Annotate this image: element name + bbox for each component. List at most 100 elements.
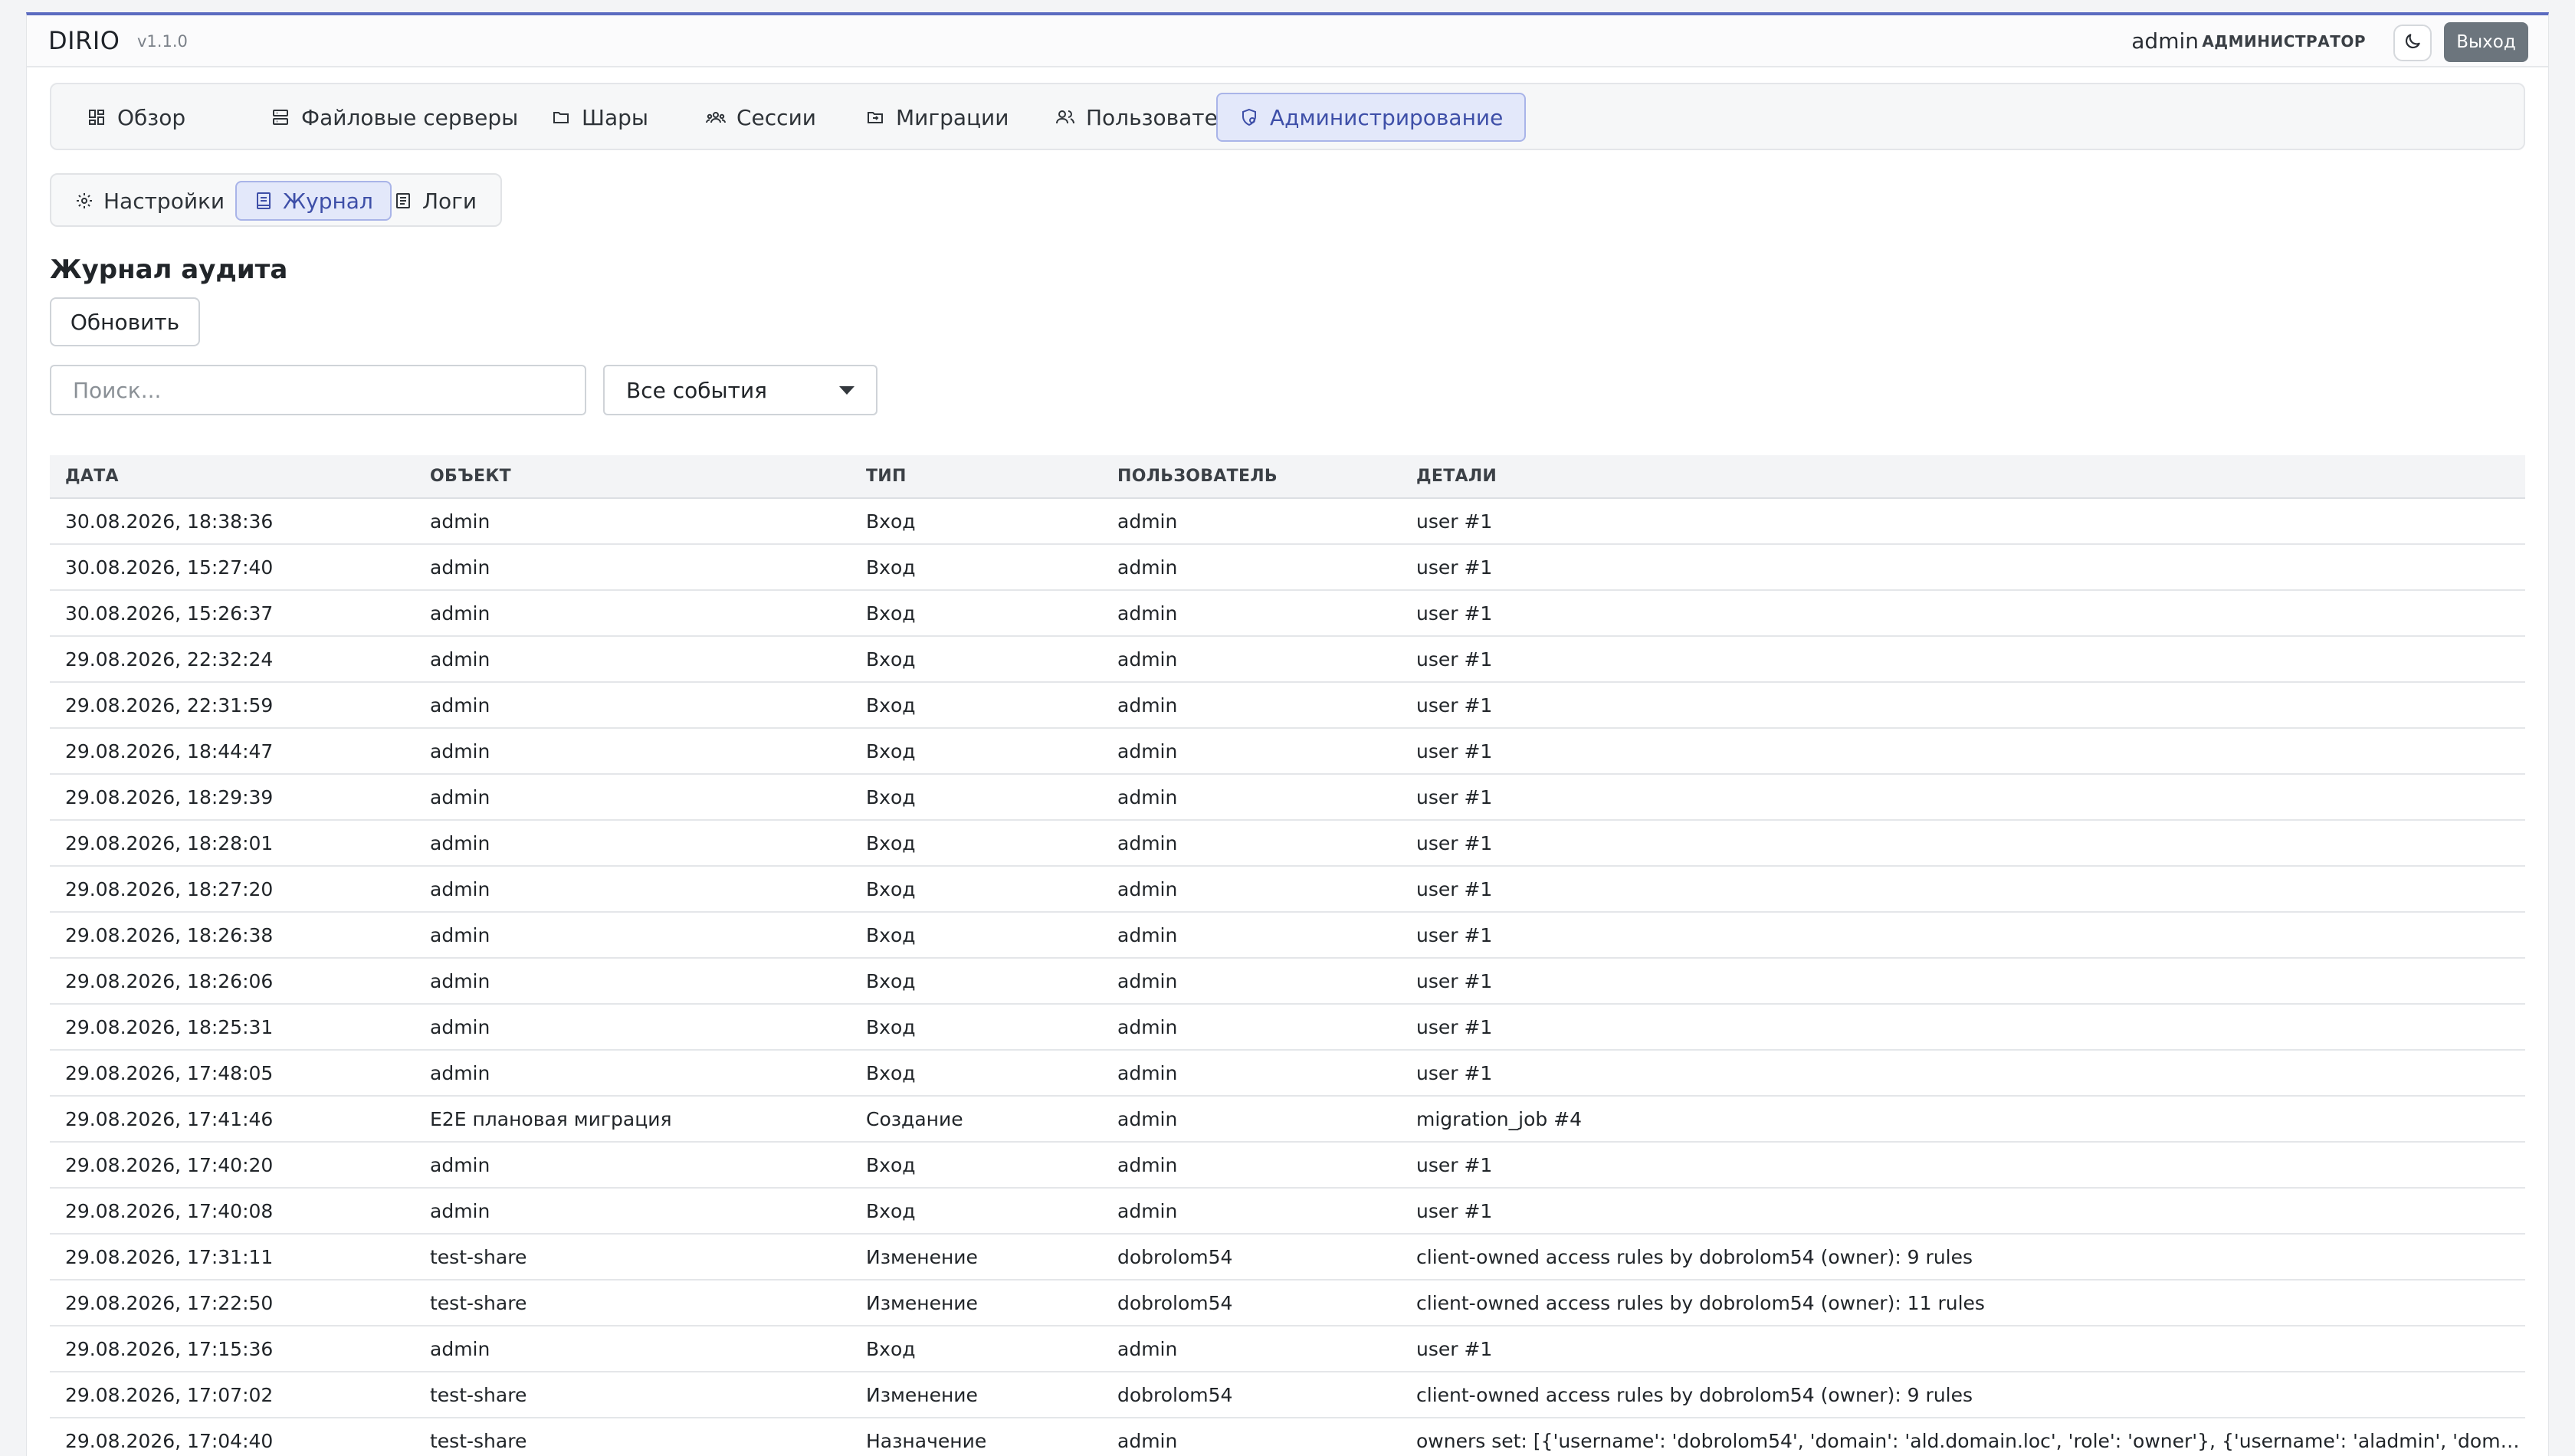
cell-details: client-owned access rules by dobrolom54 … xyxy=(1401,1234,2525,1281)
cell-date: 29.08.2026, 17:40:08 xyxy=(50,1188,415,1235)
table-row[interactable]: 29.08.2026, 17:04:40 test-share Назначение… xyxy=(50,1418,2525,1456)
column-header-details[interactable]: ДЕТАЛИ xyxy=(1401,455,2525,499)
app-logo[interactable]: DIRIO xyxy=(48,26,120,55)
folder-arrow-icon xyxy=(865,107,885,127)
cell-date: 29.08.2026, 22:32:24 xyxy=(50,636,415,683)
cell-user: admin xyxy=(1102,1004,1401,1051)
tab-overview[interactable]: Обзор xyxy=(65,93,207,142)
refresh-button[interactable]: Обновить xyxy=(50,297,200,346)
table-row[interactable]: 29.08.2026, 18:27:20 admin Вход admin user #… xyxy=(50,866,2525,913)
app-version: v1.1.0 xyxy=(137,32,188,51)
table-row[interactable]: 29.08.2026, 22:32:24 admin Вход admin user #… xyxy=(50,636,2525,683)
tab-administration[interactable]: Администрирование xyxy=(1216,93,1527,142)
cell-type: Создание xyxy=(851,1096,1102,1143)
table-row[interactable]: 29.08.2026, 17:48:05 admin Вход admin user #… xyxy=(50,1050,2525,1097)
table-row[interactable]: 30.08.2026, 15:26:37 admin Вход admin user #… xyxy=(50,590,2525,637)
cell-user: admin xyxy=(1102,774,1401,821)
subtab-journal[interactable]: Журнал xyxy=(235,181,392,221)
top-bar: DIRIO v1.1.0 admin АДМИНИСТРАТОР Выход xyxy=(27,15,2548,67)
tab-administration-label: Администрирование xyxy=(1270,104,1504,130)
cell-object: admin xyxy=(415,774,851,821)
cell-type: Вход xyxy=(851,1188,1102,1235)
cell-user: admin xyxy=(1102,820,1401,867)
table-row[interactable]: 29.08.2026, 18:26:06 admin Вход admin user #… xyxy=(50,958,2525,1005)
folder-icon xyxy=(551,107,571,127)
tab-migrations-label: Миграции xyxy=(896,104,1009,130)
event-filter-select[interactable]: Все события xyxy=(603,365,877,415)
column-header-date[interactable]: ДАТА xyxy=(50,455,415,499)
cell-type: Изменение xyxy=(851,1234,1102,1281)
table-row[interactable]: 30.08.2026, 15:27:40 admin Вход admin user #… xyxy=(50,544,2525,591)
cell-type: Вход xyxy=(851,544,1102,591)
table-row[interactable]: 29.08.2026, 18:25:31 admin Вход admin user #… xyxy=(50,1004,2525,1051)
cell-details: user #1 xyxy=(1401,590,2525,637)
subtab-logs[interactable]: Логи xyxy=(376,181,494,221)
logout-button[interactable]: Выход xyxy=(2444,22,2528,62)
tab-file-servers-label: Файловые серверы xyxy=(301,104,519,130)
table-row[interactable]: 29.08.2026, 17:40:20 admin Вход admin user #… xyxy=(50,1142,2525,1189)
subtab-settings[interactable]: Настройки xyxy=(57,181,241,221)
table-row[interactable]: 29.08.2026, 17:41:46 E2E плановая миграци… xyxy=(50,1096,2525,1143)
cell-type: Вход xyxy=(851,1004,1102,1051)
cell-details: migration_job #4 xyxy=(1401,1096,2525,1143)
column-header-object[interactable]: ОБЪЕКТ xyxy=(415,455,851,499)
app-window: DIRIO v1.1.0 admin АДМИНИСТРАТОР Выход О… xyxy=(26,12,2549,1456)
cell-object: admin xyxy=(415,820,851,867)
tab-file-servers[interactable]: Файловые серверы xyxy=(249,93,540,142)
table-row[interactable]: 29.08.2026, 17:22:50 test-share Изменение d… xyxy=(50,1280,2525,1326)
cell-date: 30.08.2026, 15:26:37 xyxy=(50,590,415,637)
cell-user: admin xyxy=(1102,728,1401,775)
event-filter-value: Все события xyxy=(626,377,767,403)
cell-user: dobrolom54 xyxy=(1102,1280,1401,1326)
tab-shares[interactable]: Шары xyxy=(530,93,670,142)
column-header-type[interactable]: ТИП xyxy=(851,455,1102,499)
gear-icon xyxy=(74,191,94,211)
table-row[interactable]: 29.08.2026, 17:31:11 test-share Изменение d… xyxy=(50,1234,2525,1281)
shield-gear-icon xyxy=(1239,107,1259,127)
cell-object: admin xyxy=(415,636,851,683)
table-row[interactable]: 29.08.2026, 17:15:36 admin Вход admin user #… xyxy=(50,1326,2525,1372)
cell-date: 29.08.2026, 17:48:05 xyxy=(50,1050,415,1097)
cell-object: admin xyxy=(415,1142,851,1189)
tab-overview-label: Обзор xyxy=(117,104,186,130)
cell-object: admin xyxy=(415,728,851,775)
cell-date: 29.08.2026, 18:27:20 xyxy=(50,866,415,913)
tab-sessions[interactable]: Сессии xyxy=(684,93,838,142)
cell-user: admin xyxy=(1102,1188,1401,1235)
cell-details: user #1 xyxy=(1401,636,2525,683)
tab-migrations[interactable]: Миграции xyxy=(844,93,1030,142)
cell-date: 29.08.2026, 17:31:11 xyxy=(50,1234,415,1281)
cell-details: user #1 xyxy=(1401,912,2525,959)
cell-user: admin xyxy=(1102,590,1401,637)
cell-type: Вход xyxy=(851,958,1102,1005)
table-row[interactable]: 29.08.2026, 18:44:47 admin Вход admin user #… xyxy=(50,728,2525,775)
cell-object: E2E плановая миграция xyxy=(415,1096,851,1143)
table-row[interactable]: 29.08.2026, 17:07:02 test-share Изменение d… xyxy=(50,1372,2525,1418)
cell-type: Вход xyxy=(851,498,1102,545)
cell-details: user #1 xyxy=(1401,774,2525,821)
cell-date: 29.08.2026, 18:25:31 xyxy=(50,1004,415,1051)
theme-toggle-button[interactable] xyxy=(2393,25,2432,61)
table-row[interactable]: 29.08.2026, 18:26:38 admin Вход admin user #… xyxy=(50,912,2525,959)
column-header-user[interactable]: ПОЛЬЗОВАТЕЛЬ xyxy=(1102,455,1401,499)
table-row[interactable]: 29.08.2026, 17:40:08 admin Вход admin user #… xyxy=(50,1188,2525,1235)
cell-user: dobrolom54 xyxy=(1102,1372,1401,1418)
cell-object: admin xyxy=(415,498,851,545)
cell-date: 29.08.2026, 18:26:06 xyxy=(50,958,415,1005)
table-row[interactable]: 29.08.2026, 18:29:39 admin Вход admin user #… xyxy=(50,774,2525,821)
table-row[interactable]: 30.08.2026, 18:38:36 admin Вход admin user #… xyxy=(50,498,2525,545)
cell-details: owners set: [{'username': 'dobrolom54', … xyxy=(1401,1418,2525,1456)
table-header-row: ДАТА ОБЪЕКТ ТИП ПОЛЬЗОВАТЕЛЬ ДЕТАЛИ xyxy=(50,455,2525,499)
cell-object: test-share xyxy=(415,1418,851,1456)
search-input[interactable] xyxy=(50,365,586,415)
dashboard-icon xyxy=(87,107,107,127)
cell-user: admin xyxy=(1102,682,1401,729)
cell-details: user #1 xyxy=(1401,544,2525,591)
cell-details: user #1 xyxy=(1401,1050,2525,1097)
table-row[interactable]: 29.08.2026, 22:31:59 admin Вход admin user #… xyxy=(50,682,2525,729)
cell-user: admin xyxy=(1102,1326,1401,1372)
cell-type: Вход xyxy=(851,820,1102,867)
cell-user: admin xyxy=(1102,498,1401,545)
table-row[interactable]: 29.08.2026, 18:28:01 admin Вход admin user #… xyxy=(50,820,2525,867)
cell-date: 29.08.2026, 17:04:40 xyxy=(50,1418,415,1456)
